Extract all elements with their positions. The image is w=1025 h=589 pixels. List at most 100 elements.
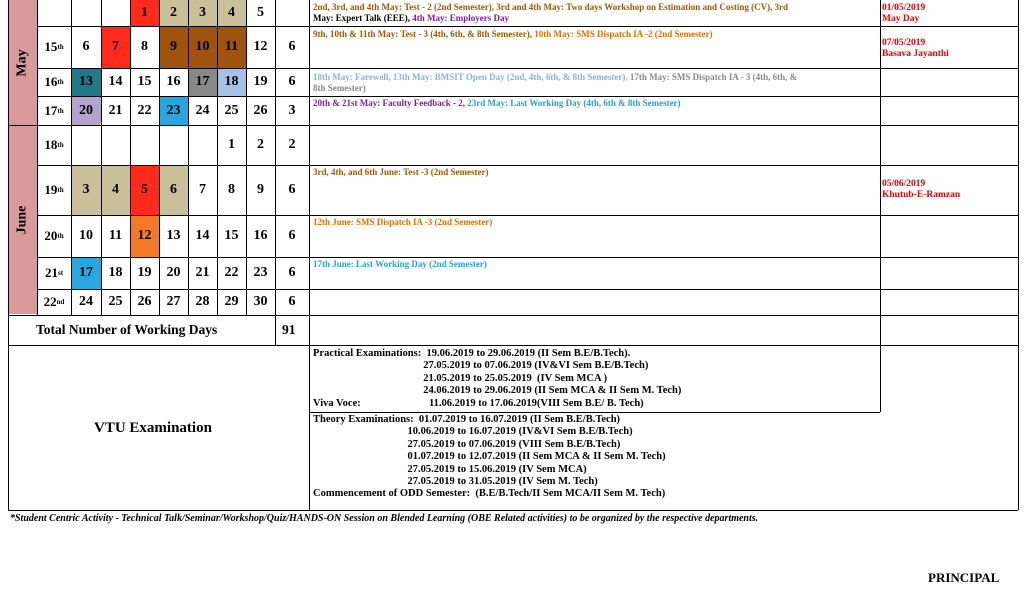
grid-line [188,0,189,315]
grid-line [37,26,1018,27]
working-days-count: 6 [288,228,296,243]
day-cell: 28 [195,294,210,309]
day-cell: 11 [108,228,123,243]
grid-line [275,0,276,315]
day-cell: 2 [257,137,264,152]
day-cell: 1 [228,137,235,152]
theory-exam-line: 27.05.2019 to 31.05.2019 (IV Sem M. Tech… [313,476,598,488]
day-cell: 24 [195,102,210,118]
grid-line [37,165,1018,166]
grid-line [8,345,1018,346]
theory-exam-line: Commencement of ODD Semester: (B.E/B.Tec… [313,488,666,500]
grid-line [130,0,131,315]
day-cell [159,125,188,165]
practical-exam-line: 24.06.2019 to 29.06.2019 (II Sem MCA & I… [313,385,682,397]
event-row-8: 17th June: Last Working Day (2nd Semeste… [313,259,487,269]
day-cell: 19 [253,74,268,89]
day-cell: 3 [188,0,217,26]
theory-exam-line: 27.05.2019 to 15.06.2019 (IV Sem MCA) [313,463,587,475]
academic-calendar: May June 1 2 3 4 5 15th 6 7 8 9 10 11 12 6 16th 13 14 15 1… [0,0,1025,589]
grid-line [8,125,37,126]
holiday-basava-jayanthi: 07/05/2019 Basava Jayanthi [882,38,949,59]
grid-line [880,0,881,345]
working-days-count: 3 [288,102,296,118]
working-days-count: 6 [288,182,296,197]
grid-line [217,0,218,315]
practical-exam-line: Practical Examinations: 19.06.2019 to 29… [313,348,631,359]
day-cell: 24 [79,294,93,309]
grid-line [246,0,247,315]
day-cell: 26 [137,294,152,309]
day-cell: 12 [253,39,268,54]
day-cell: 8 [141,39,148,54]
week-number: 18th [44,137,64,152]
grid-line [309,0,310,510]
day-cell: 19 [137,265,152,280]
grid-line [8,510,1018,511]
grid-line [37,215,1018,216]
theory-exams-block: Theory Examinations: 01.07.2019 to 16.07… [313,414,666,501]
day-cell: 1 [130,0,159,26]
day-cell: 5 [257,5,264,20]
day-cell: 10 [188,26,217,68]
vtu-examination-title: VTU Examination [94,420,212,436]
footnote: *Student Centric Activity - Technical Ta… [10,513,759,524]
event-row-6: 3rd, 4th, and 6th June: Test -3 (2nd Sem… [313,167,489,177]
day-cell: 30 [253,294,268,309]
day-cell: 23 [159,96,188,125]
day-cell [71,125,101,165]
working-days-count: 6 [288,294,296,309]
week-number: 19th [44,182,64,197]
day-cell: 17 [71,257,101,289]
event-row-1: 2nd, 3rd, and 4th May: Test - 2 (2nd Sem… [313,2,789,23]
day-cell: 20 [166,265,181,280]
day-cell: 23 [253,265,268,280]
day-cell: 13 [166,228,181,243]
practical-exams-block: Practical Examinations: 19.06.2019 to 29… [313,348,681,410]
total-working-days-label: Total Number of Working Days [36,322,218,337]
day-cell: 11 [217,26,246,68]
day-cell: 7 [101,26,130,68]
working-days-count: 2 [288,137,296,152]
grid-line [880,345,881,412]
grid-line [37,289,1018,290]
practical-exam-line: 21.05.2019 to 25.05.2019 (IV Sem MCA ) [313,372,608,384]
grid-line [37,0,38,315]
week-number: 16th [44,74,64,89]
day-cell: 5 [130,165,159,215]
day-cell: 26 [253,102,268,118]
day-cell: 16 [253,228,268,243]
day-cell: 9 [159,26,188,68]
day-cell [130,125,159,165]
theory-exam-line: Theory Examinations: 01.07.2019 to 16.07… [313,414,621,425]
working-days-count: 6 [288,265,296,280]
day-cell: 22 [224,265,239,280]
day-cell [101,125,130,165]
principal-signature: PRINCIPAL [928,570,1000,585]
day-cell: 4 [217,0,246,26]
grid-line [159,0,160,315]
week-number: 22nd [43,294,65,309]
day-cell: 7 [199,182,206,197]
day-cell [101,0,130,26]
grid-line [37,125,1018,126]
grid-line [71,0,72,315]
day-cell: 17 [188,68,217,96]
day-cell: 4 [101,165,130,215]
practical-exam-line: 27.05.2019 to 07.06.2019 (IV&VI Sem B.E/… [313,360,649,372]
day-cell: 3 [71,165,101,215]
day-cell: 21 [108,102,123,118]
day-cell: 15 [224,228,239,243]
event-row-2: 9th, 10th & 11th May: Test - 3 (4th, 6th… [313,29,713,39]
week-number: 17th [44,102,64,118]
day-cell: 8 [228,182,235,197]
total-working-days-value: 91 [282,322,296,337]
grid-line [1018,0,1019,510]
day-cell: 14 [195,228,210,243]
day-cell: 15 [137,74,152,89]
day-cell: 12 [130,215,159,257]
grid-line [37,96,1018,97]
practical-exam-line: Viva Voce: 11.06.2019 to 17.06.2019(VIII… [313,397,644,409]
day-cell: 25 [224,102,239,118]
day-cell [71,0,101,26]
